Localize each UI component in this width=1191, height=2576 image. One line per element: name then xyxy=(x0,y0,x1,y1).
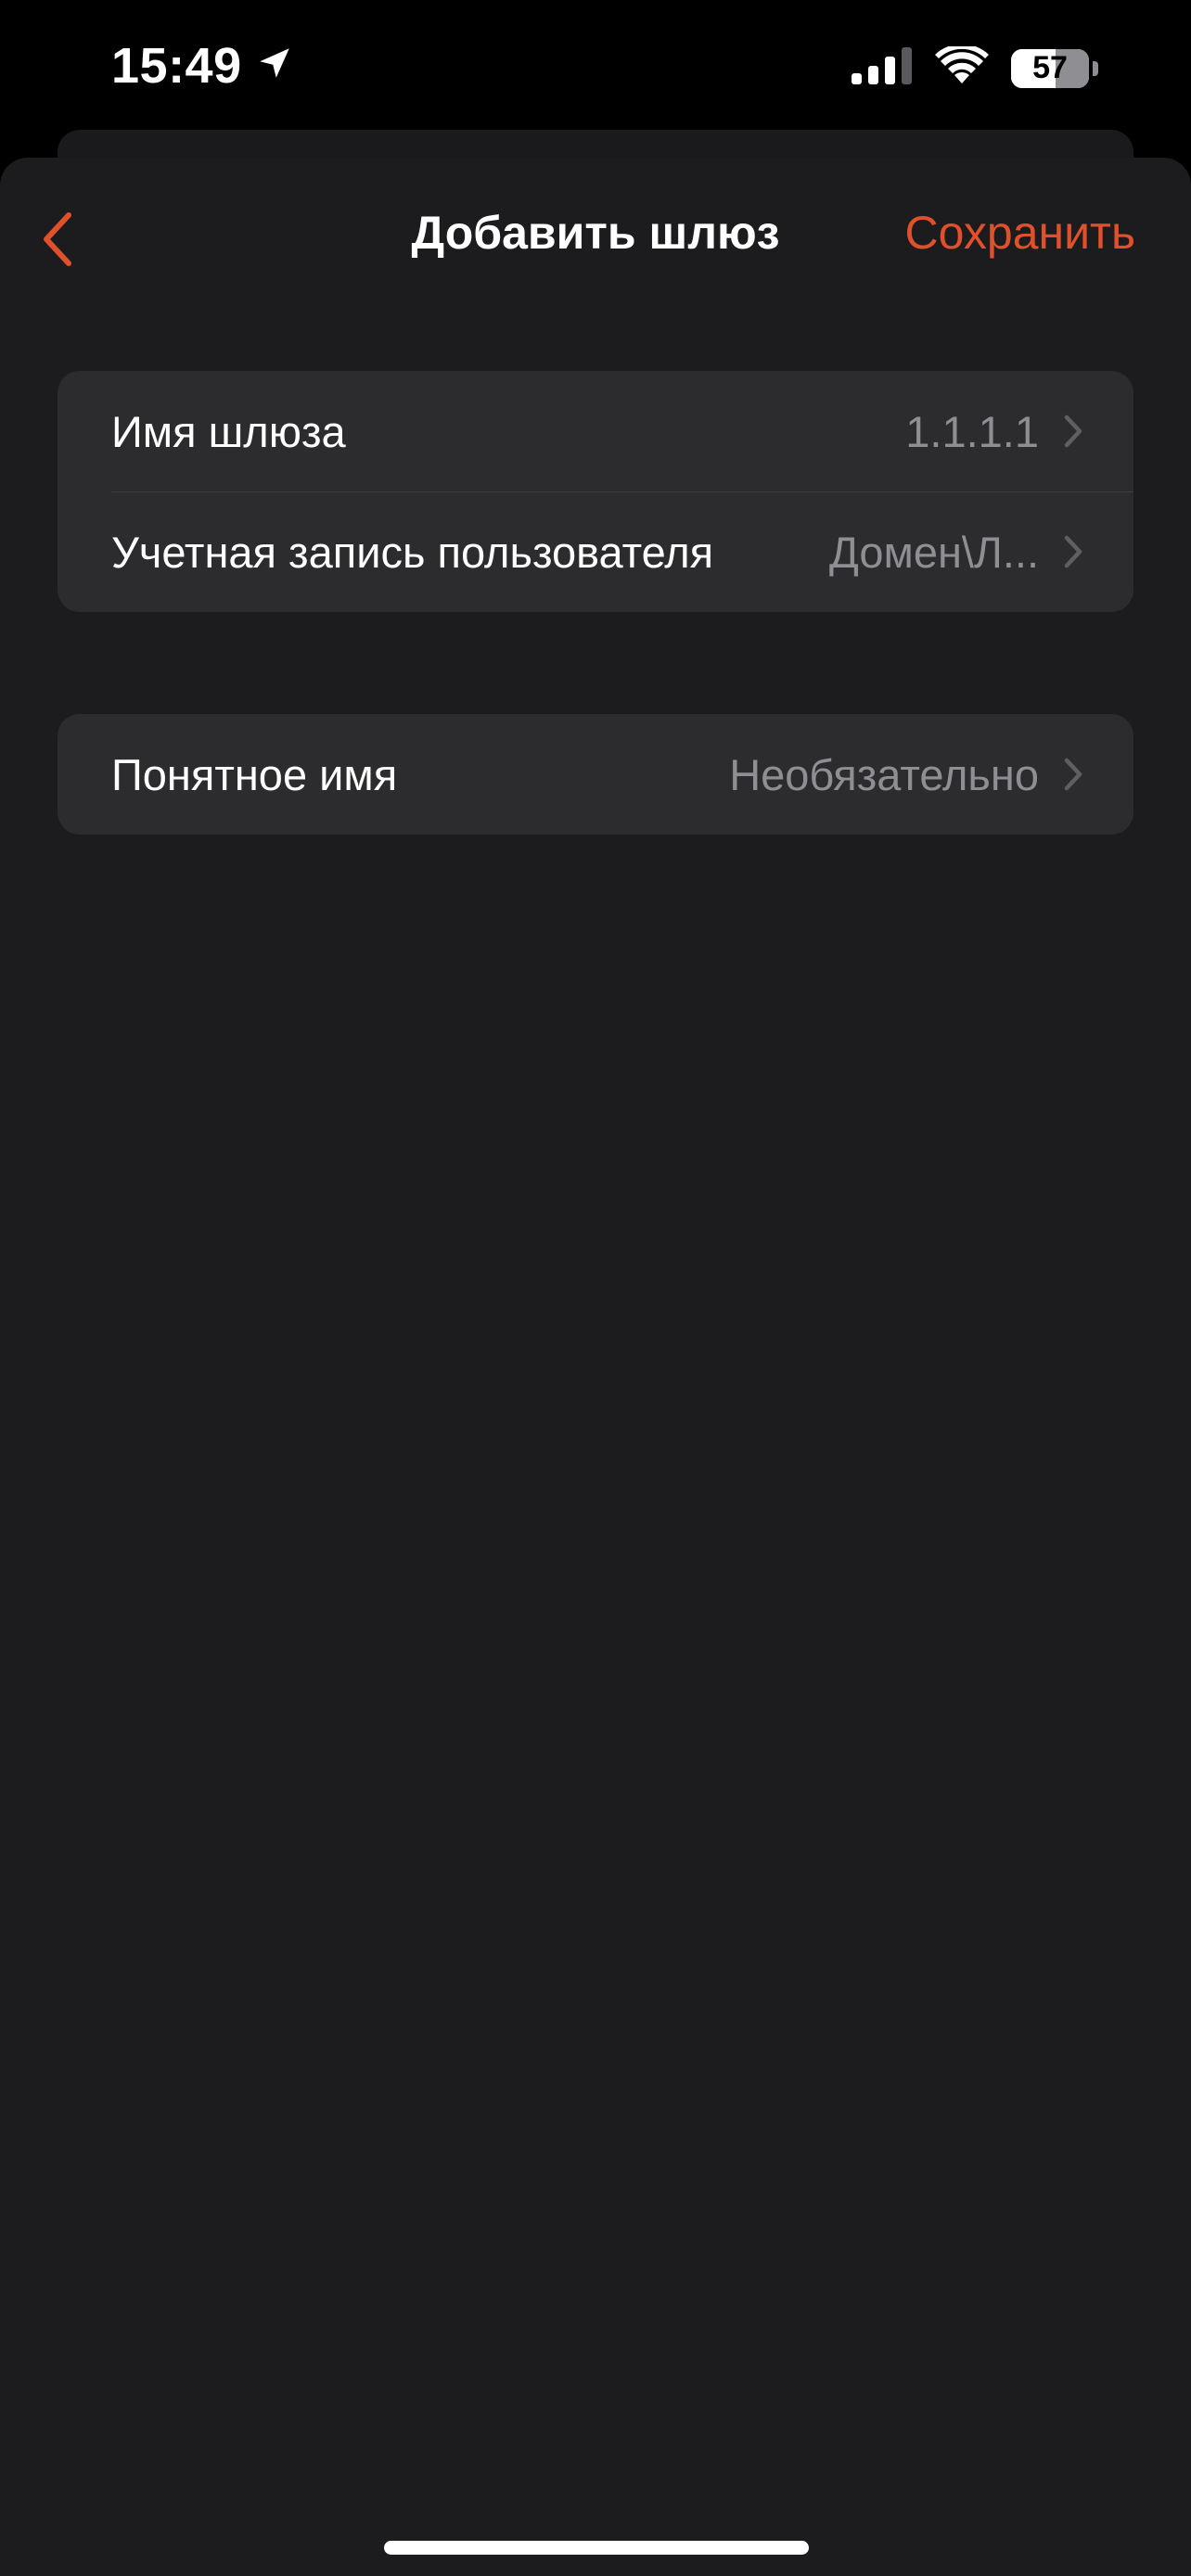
status-time-group: 15:49 xyxy=(111,37,294,95)
status-bar: 15:49 57 xyxy=(0,0,1191,139)
friendly-name-value: Необязательно xyxy=(729,749,1039,799)
friendly-name-group: Понятное имя Необязательно xyxy=(58,714,1133,835)
gateway-name-label: Имя шлюза xyxy=(111,406,346,456)
chevron-right-icon xyxy=(1063,534,1083,569)
chevron-right-icon xyxy=(1063,757,1083,792)
battery-cap xyxy=(1093,60,1098,76)
battery-icon: 57 xyxy=(1011,48,1089,88)
chevron-right-icon xyxy=(1063,414,1083,449)
home-indicator[interactable] xyxy=(384,2541,809,2555)
location-arrow-icon xyxy=(255,37,294,95)
user-account-value: Домен\Л... xyxy=(829,527,1039,577)
gateway-name-row[interactable]: Имя шлюза 1.1.1.1 xyxy=(58,371,1133,491)
status-indicators: 57 xyxy=(852,44,1098,90)
cellular-signal-icon xyxy=(852,47,913,89)
gateway-name-value: 1.1.1.1 xyxy=(905,406,1039,456)
wifi-icon xyxy=(935,44,989,90)
add-gateway-sheet: Добавить шлюз Сохранить Имя шлюза 1.1.1.… xyxy=(0,158,1191,2576)
battery-percent: 57 xyxy=(1032,50,1068,85)
friendly-name-label: Понятное имя xyxy=(111,749,398,799)
status-time: 15:49 xyxy=(111,38,242,94)
gateway-settings-group: Имя шлюза 1.1.1.1 Учетная запись пользов… xyxy=(58,371,1133,612)
user-account-label: Учетная запись пользователя xyxy=(111,527,714,577)
save-button[interactable]: Сохранить xyxy=(905,206,1135,260)
friendly-name-row[interactable]: Понятное имя Необязательно xyxy=(58,714,1133,835)
navigation-bar: Добавить шлюз Сохранить xyxy=(0,158,1191,315)
user-account-row[interactable]: Учетная запись пользователя Домен\Л... xyxy=(58,491,1133,612)
